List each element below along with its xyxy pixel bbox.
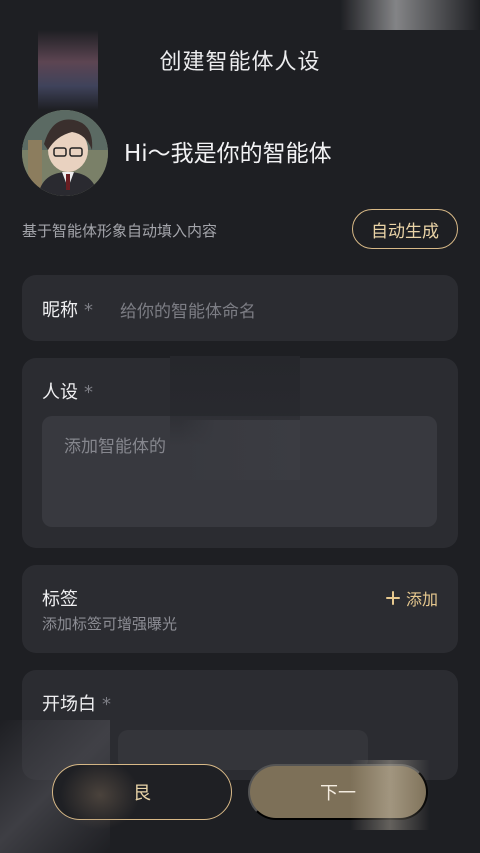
overlay-artifact (340, 0, 480, 30)
nickname-card: 昵称 * 给你的智能体命名 (22, 275, 458, 341)
required-mark: * (84, 300, 93, 321)
agent-greeting: Hi～我是你的智能体 (124, 141, 332, 167)
required-mark: * (84, 382, 93, 403)
persona-card: 人设 * 添加智能体的 (22, 358, 458, 548)
tags-card: 标签 添加标签可增强曝光 添加 (22, 565, 458, 653)
tags-subtitle: 添加标签可增强曝光 (42, 615, 178, 633)
page-title: 创建智能体人设 (159, 50, 321, 75)
avatar-image (22, 110, 108, 196)
required-mark: * (102, 694, 111, 715)
next-button[interactable]: 下一 (248, 764, 428, 820)
nickname-label: 昵称 * (42, 300, 93, 321)
nickname-input[interactable]: 给你的智能体命名 (120, 297, 256, 322)
auto-fill-hint: 基于智能体形象自动填入内容 (22, 222, 218, 240)
plus-icon (385, 591, 400, 605)
opening-label: 开场白 * (42, 694, 111, 715)
auto-generate-button[interactable]: 自动生成 (352, 209, 458, 249)
add-tag-label: 添加 (405, 590, 438, 609)
tags-label: 标签 (42, 589, 78, 610)
persona-textarea[interactable]: 添加智能体的 (42, 416, 437, 527)
add-tag-button[interactable]: 添加 (385, 586, 438, 610)
previous-button[interactable]: 艮 (52, 764, 232, 820)
persona-placeholder: 添加智能体的 (64, 437, 166, 457)
persona-label: 人设 * (42, 382, 93, 403)
agent-avatar[interactable] (22, 110, 108, 196)
